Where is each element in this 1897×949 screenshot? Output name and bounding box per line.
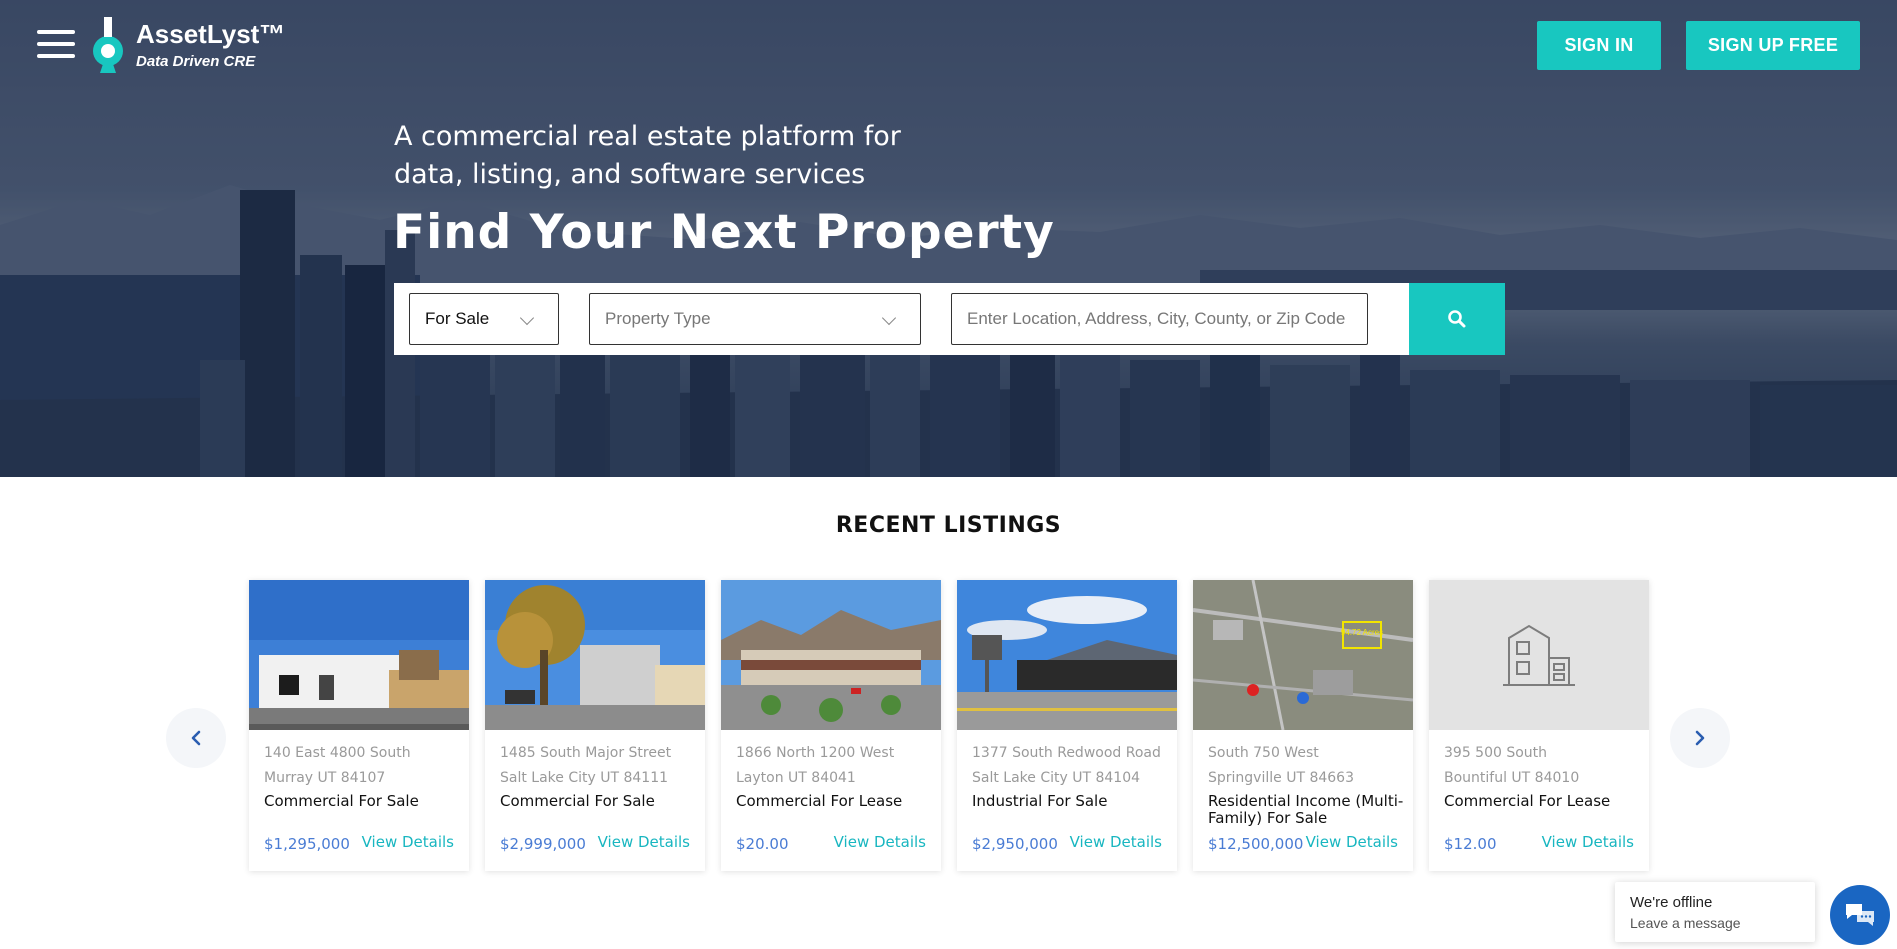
listing-address-line2: Layton UT 84041 — [736, 770, 856, 786]
chevron-down-icon — [519, 310, 535, 326]
chevron-right-icon — [1695, 730, 1705, 746]
hero-tagline: A commercial real estate platform for da… — [394, 121, 901, 190]
listing-photo — [249, 580, 469, 730]
view-details-link[interactable]: View Details — [1070, 833, 1162, 851]
listing-card[interactable]: 94.72 Acres South 750 West Springville U… — [1193, 580, 1413, 871]
listing-address-line1: 1485 South Major Street — [500, 745, 672, 761]
listing-photo — [721, 580, 941, 730]
sign-up-button[interactable]: SIGN UP FREE — [1686, 21, 1860, 70]
listing-property-type: Commercial For Lease — [1444, 792, 1611, 810]
listing-property-type: Industrial For Sale — [972, 792, 1108, 810]
brand-name: AssetLyst™ — [136, 19, 286, 49]
listing-address-line1: 1866 North 1200 West — [736, 745, 895, 761]
view-details-link[interactable]: View Details — [1542, 833, 1634, 851]
listing-address-line2: Murray UT 84107 — [264, 770, 386, 786]
listing-property-type: Residential Income (Multi-Family) For Sa… — [1208, 792, 1404, 827]
listing-price: $12.00 — [1444, 835, 1497, 853]
recent-listings-title: RECENT LISTINGS — [835, 513, 1062, 538]
listing-address-line1: 140 East 4800 South — [264, 745, 411, 761]
listing-address-line1: 1377 South Redwood Road — [972, 745, 1161, 761]
chevron-left-icon — [191, 730, 201, 746]
listing-card[interactable]: 1377 South Redwood Road Salt Lake City U… — [957, 580, 1177, 871]
property-type-select[interactable]: Property Type — [589, 293, 921, 345]
listing-address-line2: Springville UT 84663 — [1208, 770, 1354, 786]
listing-price: $2,999,000 — [500, 835, 586, 853]
listing-address-line2: Salt Lake City UT 84104 — [972, 770, 1141, 786]
listing-address-line1: South 750 West — [1208, 745, 1319, 761]
listing-type-value: For Sale — [425, 309, 490, 328]
listing-price: $2,950,000 — [972, 835, 1058, 853]
hamburger-menu-icon[interactable] — [37, 30, 75, 60]
view-details-link[interactable]: View Details — [598, 833, 690, 851]
listing-address-line2: Salt Lake City UT 84111 — [500, 770, 669, 786]
listing-price: $1,295,000 — [264, 835, 350, 853]
property-search-bar: For Sale Property Type — [394, 283, 1505, 355]
carousel-next-button[interactable] — [1670, 708, 1730, 768]
chevron-down-icon — [881, 310, 897, 326]
listing-price: $20.00 — [736, 835, 789, 853]
search-icon — [1448, 310, 1466, 328]
location-search-input[interactable] — [951, 293, 1368, 345]
view-details-link[interactable]: View Details — [1306, 833, 1398, 851]
brand-tagline: Data Driven CRE — [136, 53, 256, 70]
listing-property-type: Commercial For Sale — [264, 792, 419, 810]
listing-type-select[interactable]: For Sale — [409, 293, 559, 345]
carousel-prev-button[interactable] — [166, 708, 226, 768]
listing-placeholder-image — [1429, 580, 1649, 730]
listing-card[interactable]: 140 East 4800 South Murray UT 84107 Comm… — [249, 580, 469, 871]
listing-property-type: Commercial For Sale — [500, 792, 655, 810]
chat-launcher-button[interactable] — [1830, 885, 1890, 945]
view-details-link[interactable]: View Details — [834, 833, 926, 851]
chat-offline-box[interactable]: We're offline Leave a message — [1615, 882, 1815, 942]
map-acreage-label: 94.72 Acres — [1341, 628, 1383, 637]
assetlyst-logo-icon — [93, 17, 123, 73]
listing-card[interactable]: 395 500 South Bountiful UT 84010 Commerc… — [1429, 580, 1649, 871]
property-type-placeholder: Property Type — [605, 309, 711, 328]
chat-status: We're offline — [1630, 894, 1713, 911]
listing-card[interactable]: 1866 North 1200 West Layton UT 84041 Com… — [721, 580, 941, 871]
chat-icon — [1846, 904, 1874, 926]
listing-photo — [957, 580, 1177, 730]
sign-in-button[interactable]: SIGN IN — [1537, 21, 1661, 70]
hero-headline: Find Your Next Property — [393, 205, 1055, 260]
listing-address-line2: Bountiful UT 84010 — [1444, 770, 1580, 786]
view-details-link[interactable]: View Details — [362, 833, 454, 851]
listing-property-type: Commercial For Lease — [736, 792, 903, 810]
chat-prompt: Leave a message — [1630, 915, 1741, 931]
listing-map-photo: 94.72 Acres — [1193, 580, 1413, 730]
listing-price: $12,500,000 — [1208, 835, 1304, 853]
listing-card[interactable]: 1485 South Major Street Salt Lake City U… — [485, 580, 705, 871]
listing-address-line1: 395 500 South — [1444, 745, 1548, 761]
listing-photo — [485, 580, 705, 730]
search-button[interactable] — [1409, 283, 1505, 355]
